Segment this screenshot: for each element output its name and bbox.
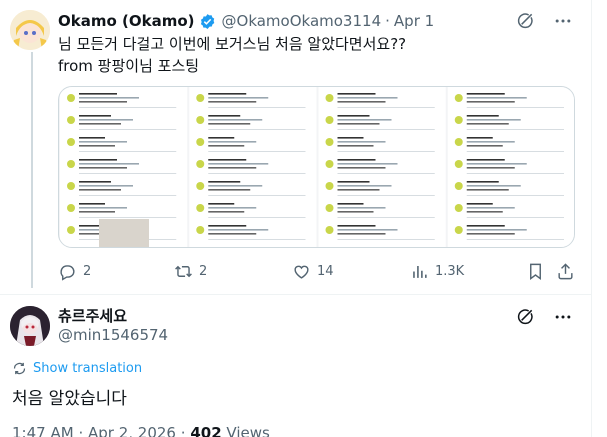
media-screenshot-collage	[60, 87, 574, 247]
separator-dot: ·	[385, 12, 390, 30]
reply-count: 2	[83, 264, 92, 279]
reply-icon	[60, 265, 75, 281]
tweet-header: Okamo (Okamo) @OkamoOkamo3114 · Apr 1	[58, 11, 434, 31]
post-views-label: Views	[226, 424, 270, 437]
tweet-top-actions	[515, 11, 573, 31]
avatar[interactable]	[10, 10, 50, 50]
heart-icon	[294, 265, 309, 279]
author-handle[interactable]: @OkamoOkamo3114	[222, 12, 382, 30]
verified-badge-icon	[200, 13, 214, 29]
more-options-icon[interactable]	[553, 11, 573, 31]
bookmark-button[interactable]	[526, 262, 545, 281]
thread-connector-line	[31, 52, 33, 288]
reply-text: 처음 알았습니다	[12, 389, 127, 409]
reply-top-actions	[515, 307, 573, 327]
tweet-media-image[interactable]	[58, 86, 575, 248]
reply-author-name[interactable]: 츄르주세요	[58, 305, 127, 326]
more-options-icon[interactable]	[553, 307, 573, 327]
post-time[interactable]: 1:47 AM	[12, 424, 74, 437]
like-count: 14	[317, 264, 334, 279]
views-button[interactable]: 1.3K	[410, 262, 464, 281]
tweet-action-bar: 2 2 14 1.3K	[58, 262, 578, 282]
views-count: 1.3K	[435, 264, 465, 279]
show-translation-link[interactable]: Show translation	[12, 361, 142, 376]
grok-icon[interactable]	[515, 307, 535, 327]
grok-icon[interactable]	[515, 11, 535, 31]
post-page: Okamo (Okamo) @OkamoOkamo3114 · Apr 1 님 …	[0, 0, 591, 437]
tweet-text-line: 님 모든거 다걸고 이번에 보거스님 처음 알았다면서요??	[58, 35, 407, 53]
divider	[0, 294, 591, 295]
post-date[interactable]: Apr 1	[394, 12, 434, 30]
repost-count: 2	[199, 264, 208, 279]
separator-dot: ·	[78, 424, 84, 437]
tweet-text: 님 모든거 다걸고 이번에 보거스님 처음 알았다면서요?? from 팡팡이님…	[58, 33, 406, 77]
like-button[interactable]: 14	[292, 262, 334, 281]
repost-icon	[175, 265, 192, 278]
reply-author-handle[interactable]: @min1546574	[58, 326, 168, 344]
translate-icon	[13, 362, 26, 375]
analytics-icon	[413, 265, 427, 278]
show-translation-label: Show translation	[33, 361, 143, 376]
post-full-date[interactable]: Apr 2, 2026	[88, 424, 176, 437]
share-button[interactable]	[556, 262, 575, 281]
column-border	[591, 0, 592, 437]
repost-button[interactable]: 2	[174, 262, 207, 281]
reply-button[interactable]: 2	[58, 262, 91, 281]
tweet-text-line: from 팡팡이님 포스팅	[58, 57, 200, 75]
post-meta: 1:47 AM · Apr 2, 2026 · 402 Views	[12, 424, 270, 437]
author-name[interactable]: Okamo (Okamo)	[58, 12, 195, 30]
share-icon	[558, 263, 573, 280]
post-views-count: 402	[190, 424, 222, 437]
bookmark-icon	[530, 263, 541, 281]
avatar[interactable]	[10, 306, 50, 346]
separator-dot: ·	[180, 424, 186, 437]
